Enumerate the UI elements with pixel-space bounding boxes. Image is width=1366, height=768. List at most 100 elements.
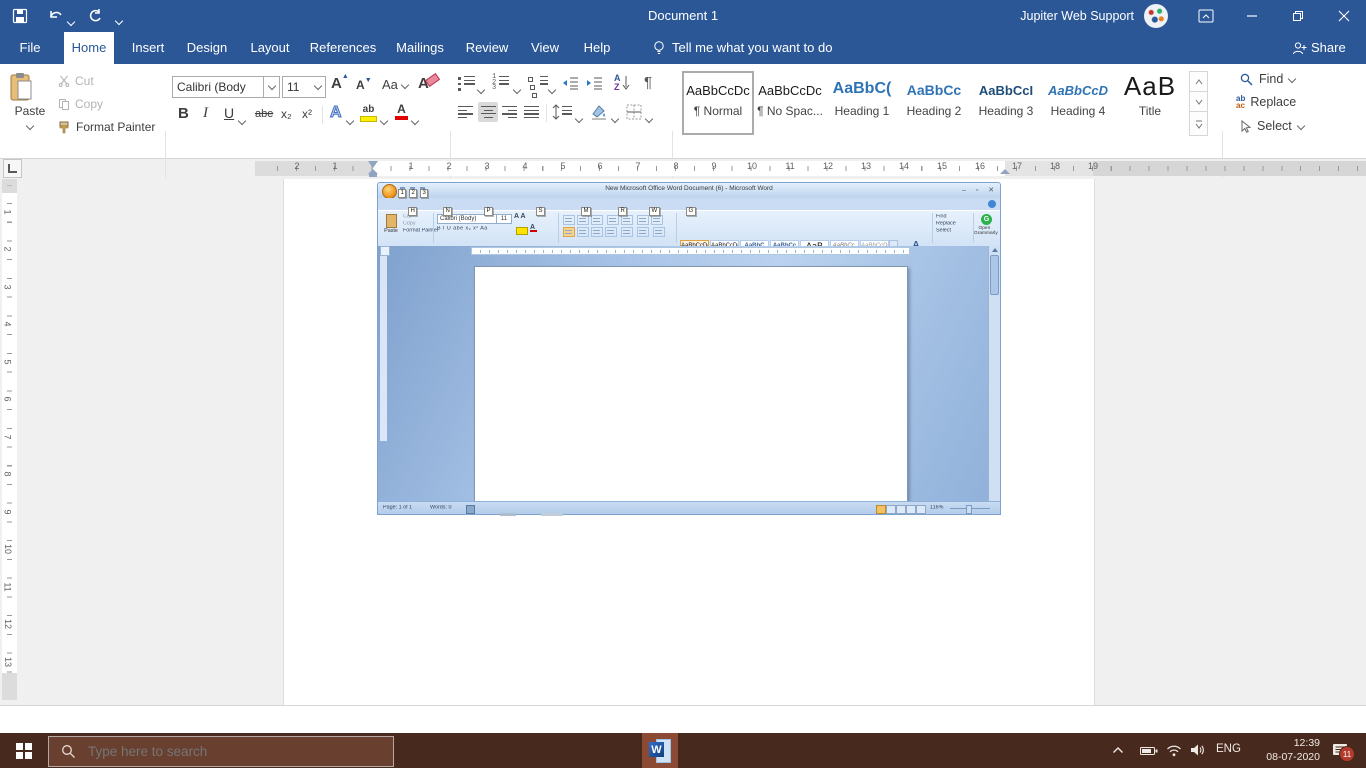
style-normal[interactable]: AaBbCcDc ¶ Normal	[682, 71, 754, 135]
right-indent-marker[interactable]	[1000, 169, 1010, 174]
superscript-button[interactable]: x²	[302, 107, 312, 121]
align-center-button[interactable]	[478, 102, 498, 122]
multilevel-dropdown-icon[interactable]	[549, 82, 555, 96]
embedded-screenshot-image[interactable]: 1 2 3 New Microsoft Office Word Document…	[377, 182, 1001, 515]
find-button[interactable]: Find	[1240, 72, 1295, 86]
numbering-button[interactable]: 123	[492, 75, 509, 92]
style-no-spacing[interactable]: AaBbCcDc ¶ No Spac...	[756, 73, 824, 133]
borders-button[interactable]	[626, 104, 642, 120]
select-button[interactable]: Select	[1240, 119, 1304, 133]
tab-references[interactable]: References	[304, 32, 382, 64]
copy-button[interactable]: Copy	[58, 97, 103, 111]
horizontal-ruler[interactable]: 2 1 1 2 3 4 5 6 7 8 9 10 11 12 13 14 15 …	[255, 161, 1366, 176]
word-taskbar-active[interactable]: W	[642, 733, 678, 768]
font-size-dropdown-icon[interactable]	[311, 85, 325, 89]
tab-insert[interactable]: Insert	[122, 32, 174, 64]
replace-button[interactable]: abac Replace	[1236, 95, 1296, 109]
borders-dropdown-icon[interactable]	[646, 111, 652, 125]
underline-dropdown-icon[interactable]	[239, 113, 245, 127]
show-paragraph-marks-button[interactable]: ¶	[644, 74, 652, 91]
emb-view-button	[876, 505, 886, 514]
vertical-ruler[interactable]: 1 2 3 4 5 6 7 8 9 10 11 12 13	[2, 179, 17, 700]
text-effects-button[interactable]: A	[330, 104, 342, 122]
close-button[interactable]	[1322, 0, 1366, 32]
tab-review[interactable]: Review	[458, 32, 516, 64]
ribbon-display-options-button[interactable]	[1184, 0, 1228, 32]
underline-button[interactable]: U	[224, 105, 234, 121]
highlight-button[interactable]: ab	[360, 105, 377, 122]
user-avatar[interactable]	[1144, 4, 1168, 28]
bullets-button[interactable]	[458, 76, 475, 91]
tab-stop-selector[interactable]	[3, 159, 22, 178]
strikethrough-button[interactable]: abe	[255, 108, 273, 120]
numbering-dropdown-icon[interactable]	[514, 82, 520, 96]
justify-button[interactable]	[524, 106, 539, 118]
align-right-button[interactable]	[502, 106, 517, 118]
shading-dropdown-icon[interactable]	[612, 111, 618, 125]
font-family-dropdown-icon[interactable]	[263, 77, 279, 97]
language-tray[interactable]: ENG	[1216, 743, 1241, 755]
search-input[interactable]	[86, 743, 370, 760]
battery-icon[interactable]	[1140, 746, 1158, 756]
subscript-button[interactable]: x₂	[281, 107, 292, 121]
style-heading-1[interactable]: AaBbC( Heading 1	[828, 73, 896, 133]
style-heading-4[interactable]: AaBbCcD Heading 4	[1044, 73, 1112, 133]
styles-scroll-up-button[interactable]	[1189, 71, 1208, 92]
font-size-combo[interactable]: 11	[282, 76, 326, 98]
grow-font-button[interactable]: A▲	[331, 75, 342, 92]
multilevel-list-button[interactable]	[528, 76, 548, 98]
style-heading-2[interactable]: AaBbCc Heading 2	[900, 73, 968, 133]
italic-button[interactable]: I	[203, 105, 208, 122]
font-family-combo[interactable]: Calibri (Body	[172, 76, 280, 98]
paste-button[interactable]: Paste	[8, 70, 52, 144]
styles-scroll-down-button[interactable]	[1189, 91, 1208, 112]
emb-view-button	[886, 505, 896, 514]
line-spacing-dropdown-icon[interactable]	[576, 111, 582, 125]
volume-icon[interactable]	[1190, 743, 1207, 757]
tab-design[interactable]: Design	[180, 32, 234, 64]
emb-page-setup-button	[380, 246, 390, 256]
tab-help[interactable]: Help	[574, 32, 620, 64]
shading-button[interactable]	[590, 104, 608, 120]
tray-expand-icon[interactable]	[1112, 746, 1124, 754]
tab-mailings[interactable]: Mailings	[388, 32, 452, 64]
bullets-dropdown-icon[interactable]	[478, 82, 484, 96]
text-effects-dropdown-icon[interactable]	[347, 113, 353, 127]
account-name[interactable]: Jupiter Web Support	[1020, 0, 1134, 32]
font-color-dropdown-icon[interactable]	[412, 113, 418, 127]
highlight-dropdown-icon[interactable]	[381, 113, 387, 127]
first-line-indent-marker[interactable]	[368, 161, 378, 168]
left-indent-marker[interactable]	[369, 174, 377, 177]
increase-indent-button[interactable]	[586, 76, 603, 90]
bold-button[interactable]: B	[178, 105, 189, 122]
restore-button[interactable]	[1276, 0, 1320, 32]
format-painter-button[interactable]: Format Painter	[58, 120, 155, 134]
tab-view[interactable]: View	[522, 32, 568, 64]
minimize-button[interactable]	[1230, 0, 1274, 32]
change-case-button[interactable]: Aa	[382, 77, 408, 92]
decrease-indent-button[interactable]	[562, 76, 579, 90]
start-button[interactable]	[0, 733, 48, 768]
styles-more-button[interactable]	[1189, 111, 1208, 136]
style-title[interactable]: AaB Title	[1116, 73, 1184, 133]
sort-button[interactable]: AZ	[614, 74, 630, 92]
cut-button[interactable]: Cut	[58, 74, 94, 88]
share-button[interactable]: Share	[1311, 32, 1346, 64]
style-heading-3[interactable]: AaBbCcI Heading 3	[972, 73, 1040, 133]
align-left-button[interactable]	[458, 106, 473, 118]
font-color-button[interactable]: A	[395, 103, 408, 120]
wifi-icon[interactable]	[1166, 744, 1182, 757]
shrink-font-button[interactable]: A▼	[356, 78, 365, 92]
title-bar: Document 1 Jupiter Web Support	[0, 0, 1366, 32]
tab-home[interactable]: Home	[64, 32, 114, 64]
emb-paste-button: Paste	[382, 214, 400, 238]
taskbar-search-box[interactable]	[48, 736, 394, 767]
tell-me-box[interactable]: Tell me what you want to do	[672, 32, 832, 64]
tab-file[interactable]: File	[8, 32, 52, 64]
emb-tab-row: Home Insert Page Layout References Maili…	[378, 198, 1000, 210]
tab-layout[interactable]: Layout	[242, 32, 298, 64]
notification-center-button[interactable]: 11	[1332, 742, 1349, 758]
line-spacing-button[interactable]	[552, 104, 572, 120]
clear-formatting-button[interactable]: A	[418, 75, 429, 92]
clock[interactable]: 12:39 08-07-2020	[1250, 736, 1320, 764]
